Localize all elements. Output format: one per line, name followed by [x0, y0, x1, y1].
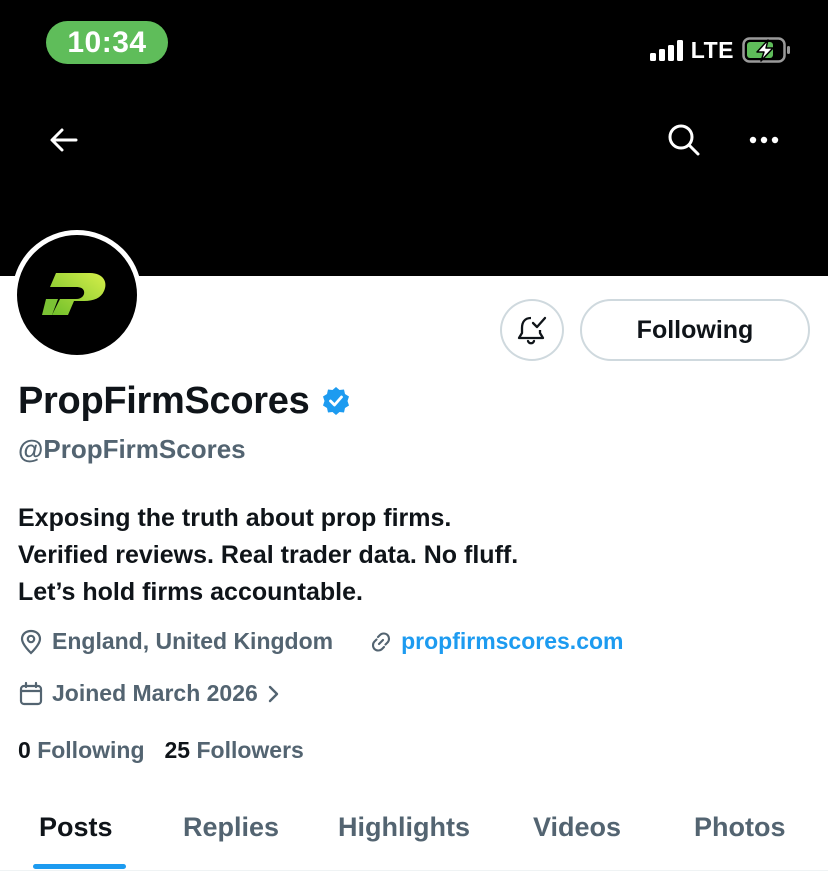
followers-label: Followers [196, 737, 304, 763]
active-tab-indicator [33, 864, 126, 869]
more-button[interactable] [738, 114, 790, 166]
profile-tabs: Posts Replies Highlights Videos Photos [0, 800, 828, 871]
tab-replies[interactable]: Replies [183, 810, 279, 844]
bio-line: Let’s hold firms accountable. [18, 578, 363, 606]
tab-photos[interactable]: Photos [694, 810, 786, 844]
following-count-link[interactable]: 0 Following [18, 737, 145, 764]
back-arrow-icon [50, 128, 78, 152]
website-link[interactable]: propfirmscores.com [401, 628, 623, 655]
following-count: 0 [18, 737, 31, 763]
logo-icon [42, 273, 106, 315]
followers-count: 25 [164, 737, 191, 763]
followers-count-link[interactable]: 25 Followers [165, 737, 304, 764]
more-icon [749, 136, 779, 144]
search-button[interactable] [658, 114, 710, 166]
joined-row[interactable]: Joined March 2026 [18, 680, 280, 707]
tab-highlights[interactable]: Highlights [338, 810, 470, 844]
bio-line: Verified reviews. Real trader data. No f… [18, 541, 519, 569]
link-icon [372, 631, 391, 652]
tab-videos[interactable]: Videos [533, 810, 621, 844]
notifications-button[interactable] [500, 299, 564, 361]
chevron-right-icon [268, 685, 279, 702]
joined-text: Joined March 2026 [52, 680, 258, 706]
network-label: LTE [690, 37, 734, 63]
search-icon [668, 124, 700, 156]
handle: @PropFirmScores [18, 434, 246, 464]
name-row: PropFirmScores [18, 378, 351, 424]
profile-banner[interactable]: 10:34 LTE [0, 0, 828, 276]
status-indicators: LTE [649, 36, 792, 64]
tab-posts[interactable]: Posts [39, 810, 113, 844]
bio: Exposing the truth about prop firms. Ver… [18, 500, 518, 611]
bell-check-icon [517, 316, 547, 345]
status-time: 10:34 [46, 21, 168, 64]
display-name: PropFirmScores [18, 380, 310, 422]
follow-counts: 0 Following 25 Followers [18, 737, 304, 764]
bio-line: Exposing the truth about prop firms. [18, 504, 452, 532]
following-label: Following [37, 737, 145, 763]
back-button[interactable] [38, 114, 90, 166]
avatar[interactable] [12, 230, 142, 360]
battery-charging-icon [742, 37, 790, 63]
location-pin-icon [20, 629, 42, 655]
signal-bars-icon [649, 39, 683, 61]
profile-meta-row: England, United Kingdom propfirmscores.c… [18, 628, 624, 655]
following-button[interactable]: Following [580, 299, 810, 361]
verified-badge-icon[interactable] [321, 386, 351, 416]
calendar-icon [19, 681, 43, 705]
location-text: England, United Kingdom [52, 628, 334, 654]
